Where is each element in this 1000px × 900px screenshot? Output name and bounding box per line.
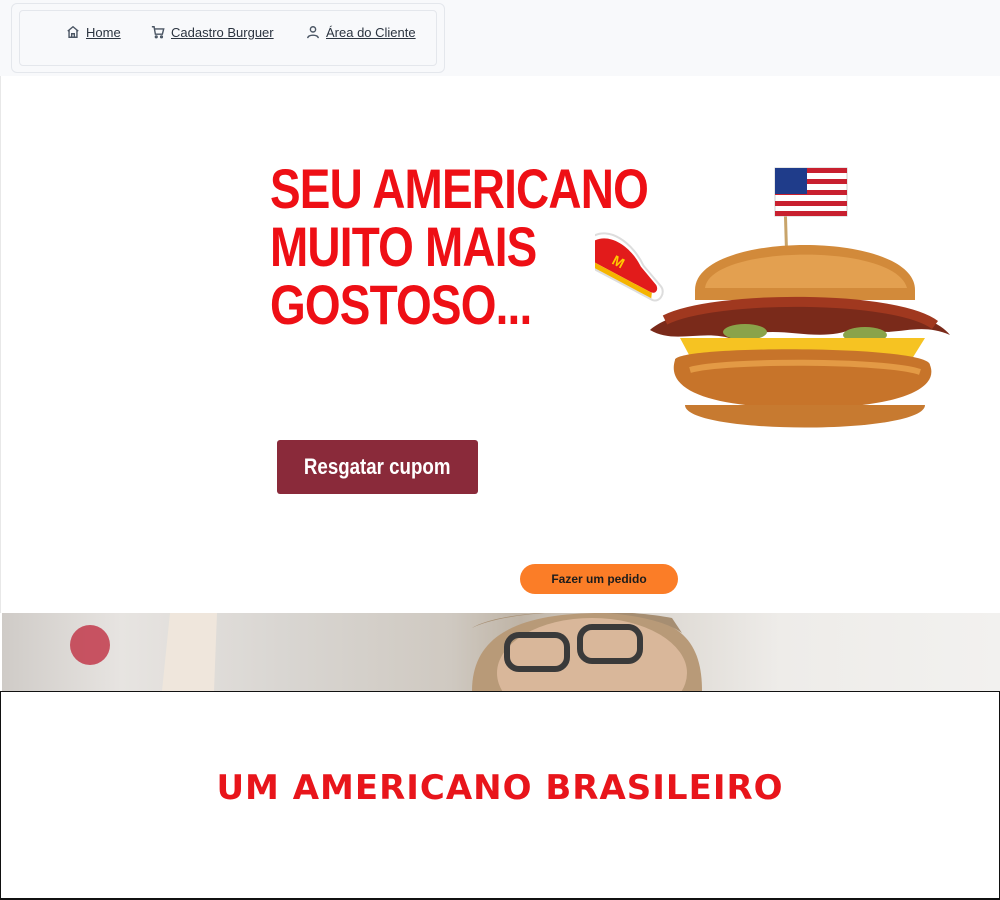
home-icon bbox=[67, 25, 79, 38]
cart-icon bbox=[151, 26, 165, 39]
lifestyle-photo bbox=[2, 613, 1000, 691]
redeem-coupon-button[interactable]: Resgatar cupom bbox=[277, 440, 478, 494]
headline-line: MUITO MAIS bbox=[270, 215, 537, 278]
nav-link-label: Home bbox=[86, 24, 121, 40]
nav-link-cadastro-burguer[interactable]: Cadastro Burguer bbox=[151, 22, 274, 42]
place-order-label: Fazer um pedido bbox=[551, 572, 647, 586]
user-icon bbox=[307, 26, 319, 39]
headline-line: GOSTOSO... bbox=[270, 273, 532, 336]
hero-divider bbox=[0, 76, 1, 613]
banner-title: UM AMERICANO BRASILEIRO bbox=[216, 768, 784, 808]
sneaker-sticker: M bbox=[595, 232, 664, 302]
nav-link-area-do-cliente[interactable]: Área do Cliente bbox=[306, 22, 416, 42]
headline-line: SEU AMERICANO bbox=[270, 157, 649, 220]
nav-link-label: Área do Cliente bbox=[326, 24, 416, 40]
bottom-banner: UM AMERICANO BRASILEIRO bbox=[0, 691, 1000, 900]
redeem-coupon-label: Resgatar cupom bbox=[304, 454, 451, 479]
hero-headline: SEU AMERICANO MUITO MAIS GOSTOSO... bbox=[270, 157, 649, 336]
nav-link-home[interactable]: Home bbox=[66, 22, 121, 42]
photo-illustration bbox=[70, 613, 702, 691]
us-flag bbox=[774, 167, 848, 217]
top-navbar: Home Cadastro Burguer Área do Cliente bbox=[0, 0, 1000, 76]
nav-link-label: Cadastro Burguer bbox=[171, 24, 274, 40]
place-order-button[interactable]: Fazer um pedido bbox=[520, 564, 678, 594]
burger-image: M bbox=[595, 167, 950, 428]
